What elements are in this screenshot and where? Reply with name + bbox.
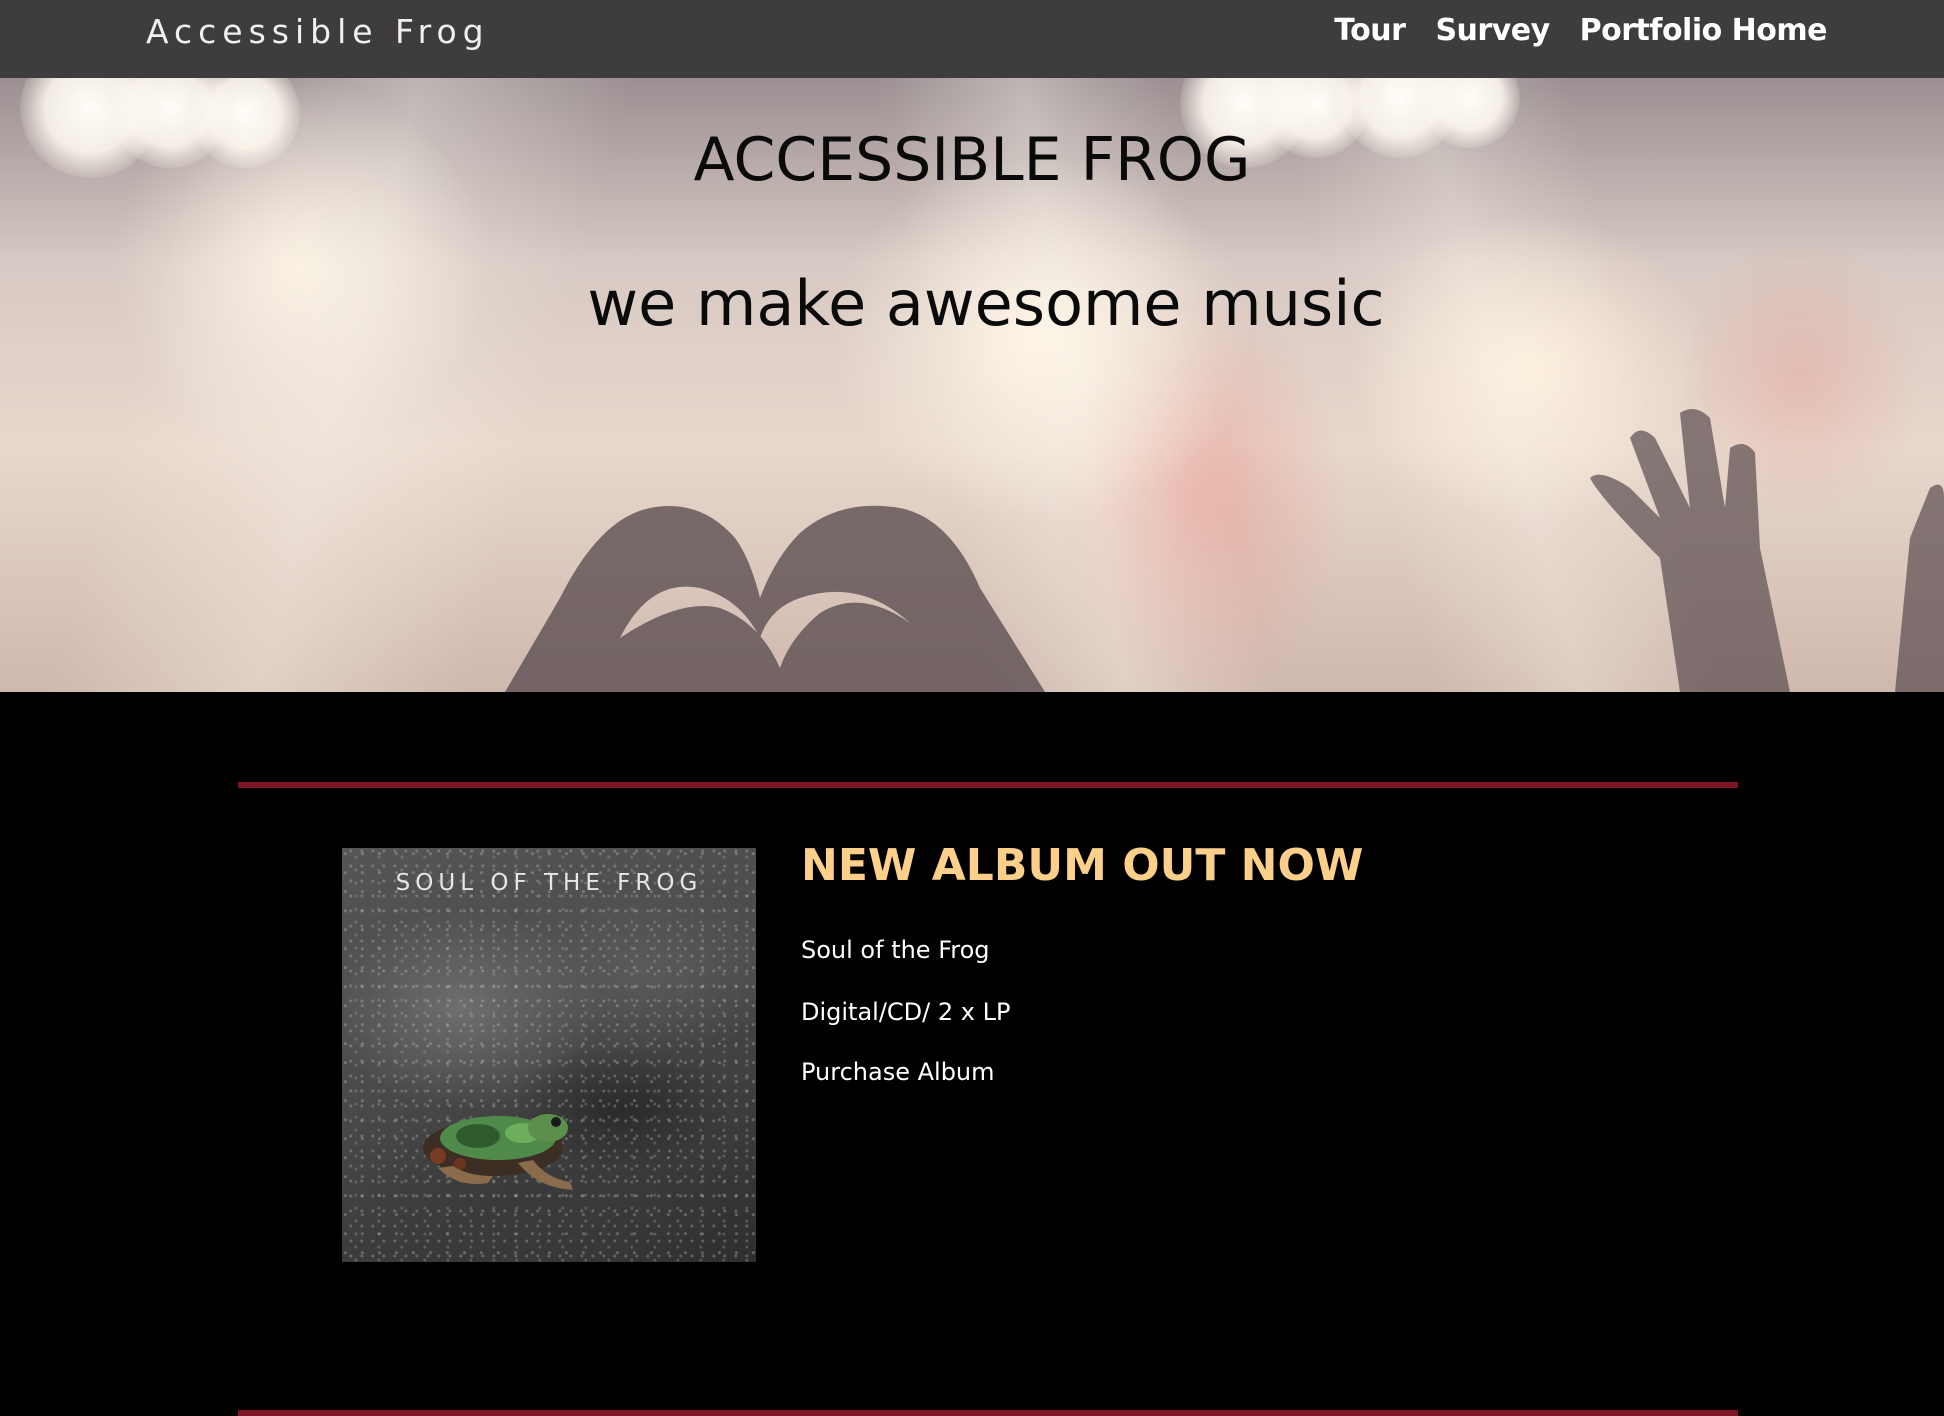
hero-tagline: we make awesome music	[587, 267, 1385, 340]
album-name: Soul of the Frog	[801, 936, 990, 964]
hero-title: ACCESSIBLE FROG	[693, 125, 1251, 195]
heart-hands-shape	[505, 505, 1045, 692]
album-cover-title: SOUL OF THE FROG	[395, 870, 703, 896]
top-navbar: Accessible Frog Tour Survey Portfolio Ho…	[0, 0, 1944, 78]
section-divider	[238, 1410, 1738, 1416]
section-divider	[238, 782, 1738, 788]
purchase-album-link[interactable]: Purchase Album	[801, 1056, 995, 1088]
album-heading: NEW ALBUM OUT NOW	[801, 840, 1364, 891]
site-brand-link[interactable]: Accessible Frog	[146, 12, 490, 52]
nav-link-tour[interactable]: Tour	[1334, 11, 1406, 51]
frog-icon	[423, 1114, 573, 1190]
raised-hand-shape	[1590, 409, 1790, 692]
album-formats: Digital/CD/ 2 x LP	[801, 998, 1011, 1026]
hero-banner: ACCESSIBLE FROG we make awesome music	[0, 78, 1944, 692]
album-cover-image[interactable]: SOUL OF THE FROG	[342, 848, 756, 1262]
nav-links: Tour Survey Portfolio Home	[1334, 11, 1827, 51]
nav-link-portfolio-home[interactable]: Portfolio Home	[1580, 11, 1828, 51]
raised-hand-shape	[1895, 484, 1944, 692]
nav-link-survey[interactable]: Survey	[1435, 11, 1550, 51]
cover-ground-texture	[342, 848, 756, 1262]
